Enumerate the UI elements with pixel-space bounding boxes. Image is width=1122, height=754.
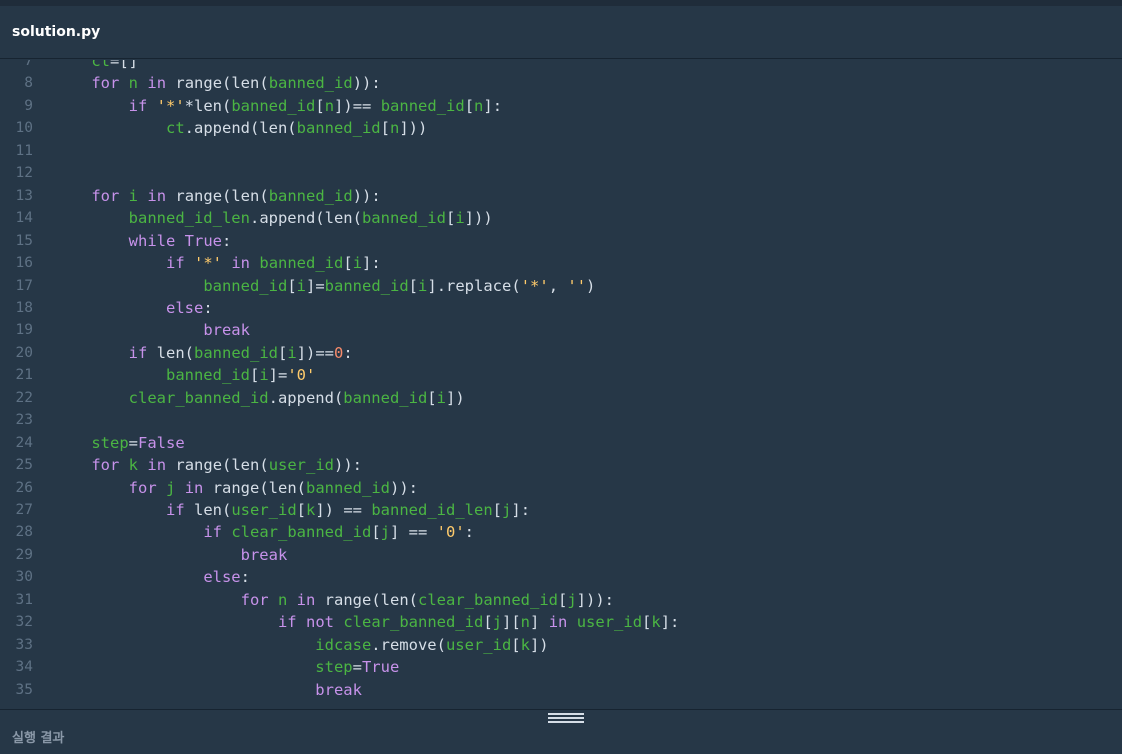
- line-number: 30: [15, 569, 33, 586]
- code-text[interactable]: clear_banned_id.append(banned_id[i]): [54, 387, 465, 409]
- code-text[interactable]: ct=[]: [54, 60, 138, 72]
- code-line[interactable]: 24 step=False: [0, 432, 1122, 454]
- line-number: 18: [15, 299, 33, 316]
- code-line[interactable]: 18 else:: [0, 297, 1122, 319]
- code-line[interactable]: 22 clear_banned_id.append(banned_id[i]): [0, 387, 1122, 409]
- code-line[interactable]: 7 ct=[]: [0, 60, 1122, 72]
- result-panel-title: 실행 결과: [12, 731, 65, 746]
- line-number: 29: [15, 546, 33, 563]
- code-line[interactable]: 12: [0, 162, 1122, 184]
- code-line[interactable]: 10 ct.append(len(banned_id[n])): [0, 117, 1122, 139]
- code-text[interactable]: banned_id[i]=banned_id[i].replace('*', '…: [54, 275, 595, 297]
- code-text[interactable]: else:: [54, 297, 213, 319]
- line-number: 31: [15, 591, 33, 608]
- line-number: 7: [24, 60, 33, 69]
- line-number: 21: [15, 367, 33, 384]
- code-text[interactable]: step=False: [54, 432, 184, 454]
- code-line[interactable]: 15 while True:: [0, 230, 1122, 252]
- line-number: 13: [15, 187, 33, 204]
- line-number: 19: [15, 322, 33, 339]
- code-line[interactable]: 13 for i in range(len(banned_id)):: [0, 185, 1122, 207]
- code-text[interactable]: for i in range(len(banned_id)):: [54, 185, 380, 207]
- code-text[interactable]: if '*' in banned_id[i]:: [54, 252, 381, 274]
- code-text[interactable]: step=True: [54, 656, 399, 678]
- code-text[interactable]: break: [54, 679, 362, 701]
- code-editor[interactable]: 7 ct=[] 8 for n in range(len(banned_id)):…: [0, 60, 1122, 709]
- line-number: 10: [15, 120, 33, 137]
- code-text[interactable]: for k in range(len(user_id)):: [54, 454, 362, 476]
- code-text[interactable]: if len(banned_id[i])==0:: [54, 342, 353, 364]
- code-line[interactable]: 25 for k in range(len(user_id)):: [0, 454, 1122, 476]
- code-line[interactable]: 23: [0, 409, 1122, 431]
- line-number: 11: [15, 142, 33, 159]
- code-line[interactable]: 27 if len(user_id[k]) == banned_id_len[j…: [0, 499, 1122, 521]
- code-text[interactable]: ct.append(len(banned_id[n])): [54, 117, 427, 139]
- line-number: 33: [15, 636, 33, 653]
- file-tab-title[interactable]: solution.py: [12, 24, 100, 40]
- code-text[interactable]: else:: [54, 566, 250, 588]
- code-line[interactable]: 17 banned_id[i]=banned_id[i].replace('*'…: [0, 275, 1122, 297]
- code-line[interactable]: 35 break: [0, 679, 1122, 701]
- code-text[interactable]: if not clear_banned_id[j][n] in user_id[…: [54, 611, 679, 633]
- code-text[interactable]: if '*'*len(banned_id[n])== banned_id[n]:: [54, 95, 502, 117]
- code-text[interactable]: if clear_banned_id[j] == '0':: [54, 521, 474, 543]
- code-line[interactable]: 8 for n in range(len(banned_id)):: [0, 72, 1122, 94]
- line-number: 22: [15, 389, 33, 406]
- code-text[interactable]: break: [54, 544, 288, 566]
- code-line[interactable]: 33 idcase.remove(user_id[k]): [0, 634, 1122, 656]
- code-text[interactable]: break: [54, 319, 250, 341]
- code-line[interactable]: 34 step=True: [0, 656, 1122, 678]
- code-line[interactable]: 14 banned_id_len.append(len(banned_id[i]…: [0, 207, 1122, 229]
- code-text[interactable]: for n in range(len(banned_id)):: [54, 72, 380, 94]
- code-text[interactable]: if len(user_id[k]) == banned_id_len[j]:: [54, 499, 530, 521]
- code-line[interactable]: 9 if '*'*len(banned_id[n])== banned_id[n…: [0, 95, 1122, 117]
- line-number: 32: [15, 614, 33, 631]
- editor-tab-bar: solution.py: [0, 6, 1122, 59]
- code-line[interactable]: 19 break: [0, 319, 1122, 341]
- line-number: 17: [15, 277, 33, 294]
- code-line[interactable]: 32 if not clear_banned_id[j][n] in user_…: [0, 611, 1122, 633]
- code-text[interactable]: banned_id[i]='0': [54, 364, 315, 386]
- code-line[interactable]: 31 for n in range(len(clear_banned_id[j]…: [0, 589, 1122, 611]
- code-text[interactable]: idcase.remove(user_id[k]): [54, 634, 548, 656]
- line-number: 20: [15, 344, 33, 361]
- line-number: 34: [15, 659, 33, 676]
- code-line[interactable]: 11: [0, 140, 1122, 162]
- line-number: 27: [15, 502, 33, 518]
- line-number: 9: [24, 97, 33, 114]
- code-line[interactable]: 30 else:: [0, 566, 1122, 588]
- line-number: 24: [15, 434, 33, 451]
- line-number: 15: [15, 232, 33, 249]
- code-text[interactable]: for n in range(len(clear_banned_id[j])):: [54, 589, 614, 611]
- line-number: 28: [15, 524, 33, 541]
- code-text[interactable]: for j in range(len(banned_id)):: [54, 477, 418, 499]
- code-line[interactable]: 29 break: [0, 544, 1122, 566]
- line-number: 12: [15, 165, 33, 182]
- code-line[interactable]: 16 if '*' in banned_id[i]:: [0, 252, 1122, 274]
- line-number: 8: [24, 75, 33, 92]
- line-number: 35: [15, 681, 33, 698]
- panel-resize-handle-icon[interactable]: [548, 713, 584, 723]
- code-line[interactable]: 28 if clear_banned_id[j] == '0':: [0, 521, 1122, 543]
- line-number: 14: [15, 210, 33, 227]
- line-number: 26: [15, 479, 33, 496]
- line-number: 25: [15, 457, 33, 474]
- line-number: 23: [15, 412, 33, 429]
- line-number: 16: [15, 255, 33, 272]
- code-text[interactable]: banned_id_len.append(len(banned_id[i])): [54, 207, 493, 229]
- code-line[interactable]: 20 if len(banned_id[i])==0:: [0, 342, 1122, 364]
- code-text[interactable]: while True:: [54, 230, 232, 252]
- code-line[interactable]: 26 for j in range(len(banned_id)):: [0, 477, 1122, 499]
- code-line[interactable]: 21 banned_id[i]='0': [0, 364, 1122, 386]
